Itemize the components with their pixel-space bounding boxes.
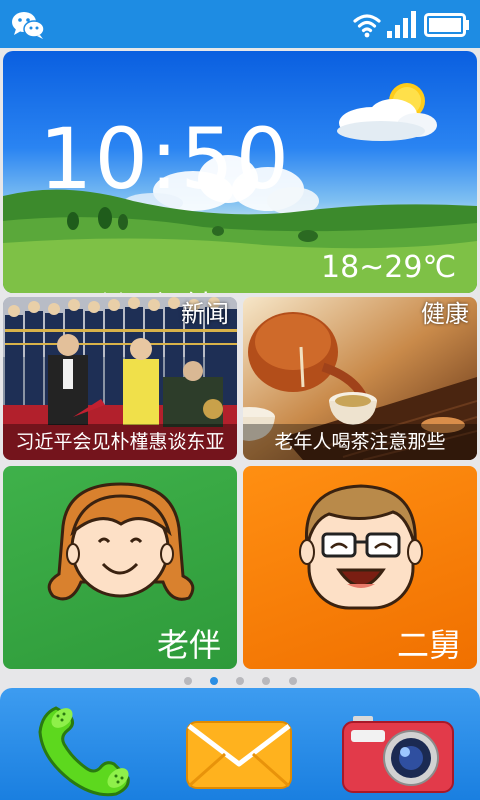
page-dot[interactable] <box>236 677 244 685</box>
page-dot[interactable] <box>184 677 192 685</box>
alarm-clock-icon <box>103 292 123 293</box>
contact-name: 二舅 <box>396 626 461 664</box>
message-icon <box>186 721 292 789</box>
app-dock <box>0 688 480 800</box>
page-indicator <box>0 674 480 688</box>
signal-icon <box>387 11 416 38</box>
news-tag: 新闻 <box>181 300 229 328</box>
message-app-button[interactable] <box>175 688 305 800</box>
health-tile[interactable]: 健康 老年人喝茶注意那些 <box>243 297 477 460</box>
camera-icon <box>342 716 454 793</box>
news-headline[interactable]: 习近平会见朴槿惠谈东亚 <box>3 428 237 456</box>
camera-app-button[interactable] <box>333 688 463 800</box>
page-dot[interactable] <box>289 677 297 685</box>
sun-cloud-icon <box>337 83 437 141</box>
status-bar <box>0 0 480 48</box>
health-tag: 健康 <box>421 300 469 328</box>
contact-tile-uncle[interactable]: 二舅 <box>243 466 477 669</box>
contact-tile-spouse[interactable]: 老伴 <box>3 466 237 669</box>
wifi-icon <box>353 14 381 38</box>
page-dot-active[interactable] <box>210 677 218 685</box>
page-dot[interactable] <box>262 677 270 685</box>
phone-icon <box>38 706 130 797</box>
phone-app-button[interactable] <box>20 688 150 800</box>
battery-icon <box>424 13 469 37</box>
contact-name: 老伴 <box>156 626 221 664</box>
temperature-range: 18~29℃ <box>321 250 457 285</box>
news-tile[interactable]: 新闻 习近平会见朴槿惠谈东亚 <box>3 297 237 460</box>
health-headline[interactable]: 老年人喝茶注意那些 <box>243 428 477 456</box>
wechat-icon <box>12 12 45 39</box>
clock-time: 10:50 <box>39 110 292 208</box>
alarm-label[interactable]: 闹钟 <box>155 289 215 293</box>
weather-clock-widget[interactable]: 10:50 18~29℃ 上海 闹钟 <box>3 51 477 293</box>
